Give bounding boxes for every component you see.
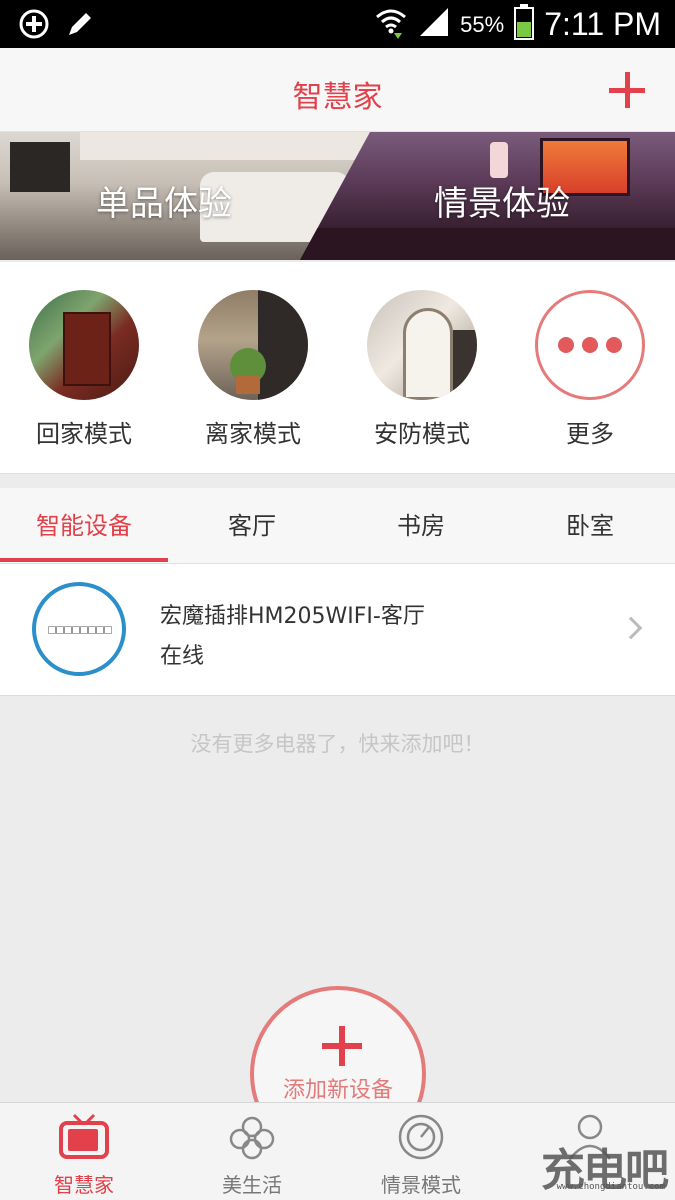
dial-icon (395, 1113, 447, 1161)
device-row[interactable]: 宏魔插排HM205WIFI-客厅 在线 (0, 564, 675, 696)
empty-message: 没有更多电器了，快来添加吧！ (190, 732, 485, 756)
device-name: 宏魔插排HM205WIFI-客厅 (160, 604, 425, 629)
mode-more[interactable]: 更多 (520, 290, 660, 449)
nav-label: 智慧家 (54, 1173, 114, 1197)
status-bar: 55% 7:11 PM (0, 0, 675, 48)
device-status: 在线 (160, 644, 205, 669)
nav-label: 情景模式 (381, 1173, 461, 1197)
tab-study[interactable]: 书房 (337, 488, 505, 564)
battery-percent: 55% (460, 11, 505, 37)
tab-bedroom[interactable]: 卧室 (506, 488, 674, 564)
watermark-url: www.chongdiantou.com (556, 1182, 665, 1192)
pencil-icon (64, 8, 96, 44)
clover-icon (226, 1113, 278, 1161)
nav-smart-home[interactable]: 智慧家 (0, 1103, 168, 1200)
add-device-label: 添加新设备 (282, 1078, 393, 1103)
nav-label: 美生活 (222, 1173, 282, 1197)
app-header: 智慧家 (0, 48, 675, 132)
experience-banner: 单品体验 情景体验 (0, 132, 675, 260)
clock: 7:11 PM (544, 6, 661, 42)
tab-living-room[interactable]: 客厅 (168, 488, 336, 564)
battery-icon (514, 4, 535, 45)
nav-scene-mode[interactable]: 情景模式 (337, 1103, 505, 1200)
mode-row: 回家模式 离家模式 安防模式 更多 (0, 262, 675, 474)
mode-label: 离家模式 (205, 420, 301, 448)
tab-indicator (0, 558, 168, 562)
away-mode-image (198, 290, 308, 400)
more-icon (535, 290, 645, 400)
mode-security[interactable]: 安防模式 (352, 290, 492, 449)
chevron-right-icon (619, 616, 643, 640)
tab-smart-devices[interactable]: 智能设备 (0, 488, 168, 564)
signal-icon (418, 6, 450, 43)
mode-label: 更多 (566, 420, 614, 448)
mode-label: 回家模式 (36, 420, 132, 448)
mode-away[interactable]: 离家模式 (183, 290, 323, 449)
page-title: 智慧家 (292, 80, 383, 115)
power-strip-icon (32, 582, 126, 676)
mode-label: 安防模式 (374, 420, 470, 448)
security-mode-image (367, 290, 477, 400)
room-tabs: 智能设备 客厅 书房 卧室 (0, 488, 675, 564)
home-mode-image (29, 290, 139, 400)
add-button[interactable] (607, 70, 647, 110)
nav-good-life[interactable]: 美生活 (168, 1103, 336, 1200)
add-circle-icon (18, 8, 50, 44)
wifi-icon (374, 5, 408, 44)
product-experience-label[interactable]: 单品体验 (96, 176, 232, 225)
plus-icon (322, 1026, 362, 1066)
tv-icon (58, 1113, 110, 1161)
scene-experience-label[interactable]: 情景体验 (434, 176, 570, 225)
mode-home[interactable]: 回家模式 (14, 290, 154, 449)
